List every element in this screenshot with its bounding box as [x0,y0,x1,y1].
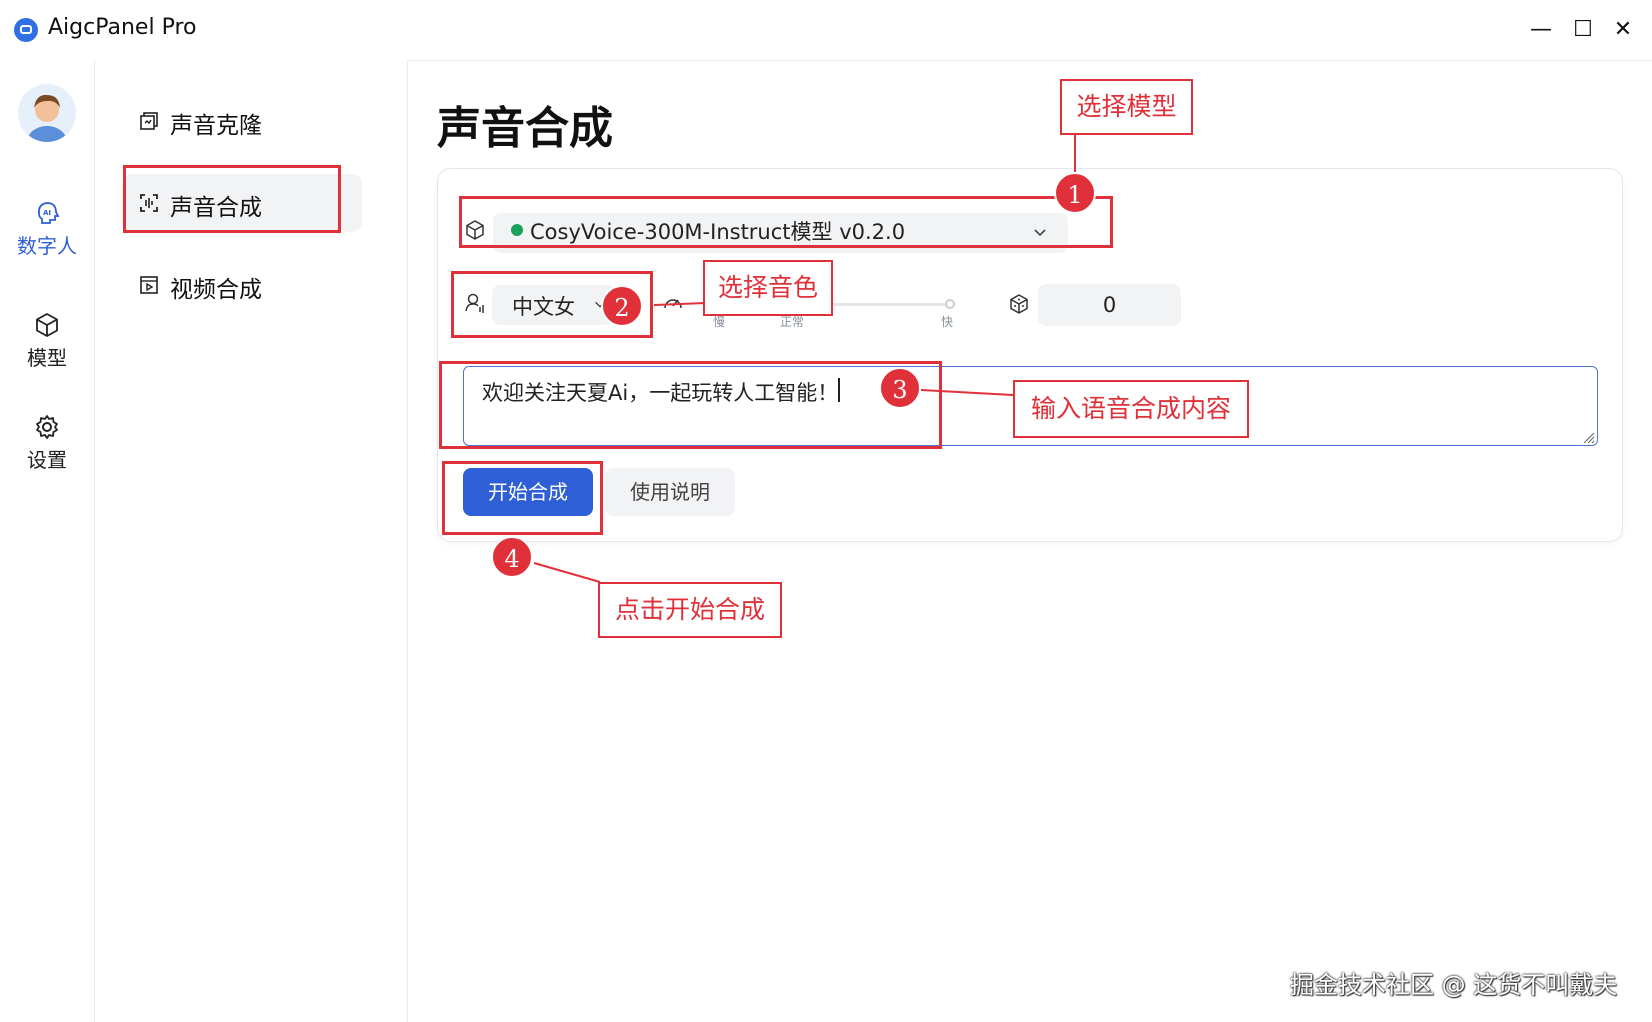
annotation-badge: 4 [491,536,533,578]
annotation-label-input-content: 输入语音合成内容 [1013,380,1249,438]
highlight-sidebar-voice-synthesis [123,165,341,233]
highlight-model-select [459,196,1113,248]
annotation-lines [533,134,1076,583]
annotation-badge: 2 [601,285,643,327]
annotation-label-select-voice: 选择音色 [703,260,833,316]
annotation-badge: 3 [879,367,921,409]
highlight-text-input [439,361,942,449]
annotation-badge: 1 [1054,172,1096,214]
annotation-label-click-start: 点击开始合成 [598,582,782,638]
highlight-start-button [442,461,603,535]
watermark: 掘金技术社区 @ 这货不叫戴夫 [1290,971,1618,999]
annotation-label-select-model: 选择模型 [1060,79,1193,135]
